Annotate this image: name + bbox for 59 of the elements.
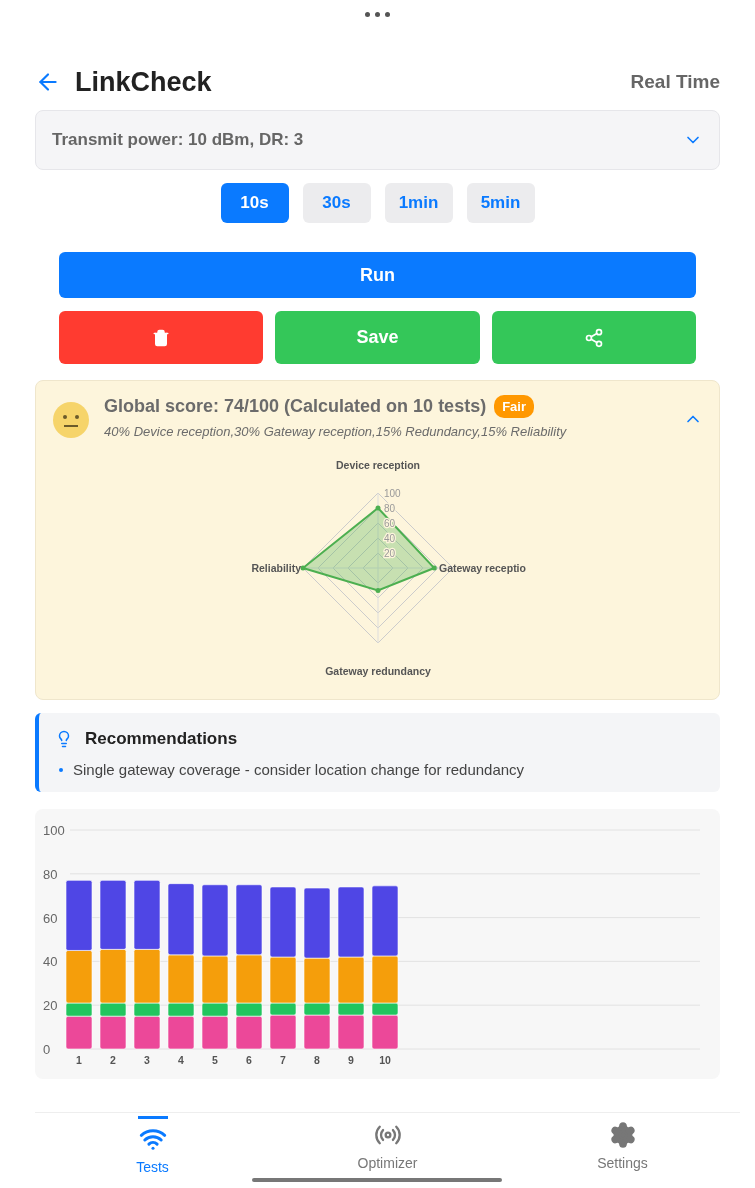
nav-label: Tests [136,1159,169,1175]
axis-tick-label: 6 [246,1054,252,1066]
data-point [375,505,380,511]
axis-tick-label: 2 [110,1054,116,1066]
axis-tick-label: 8 [314,1054,320,1066]
panel-title: Recommendations [85,729,238,749]
active-indicator [137,1116,168,1119]
bar-segment [65,880,93,951]
mode-label: Real Time [630,71,720,93]
axis-tick-label: 5 [212,1054,218,1066]
axis-tick-label: 0 [43,1042,51,1057]
data-point [300,565,305,571]
axis-tick-label: 10 [379,1054,391,1066]
page-title: LinkCheck [75,66,213,98]
recommendation-text: Single gateway coverage - consider location change for redundancy [73,761,525,778]
axis-tick-label: 1 [76,1054,82,1066]
axis-tick-label: 100 [383,488,401,499]
axis-tick-label: 20 [43,998,58,1014]
axis-tick-label: 60 [43,910,58,926]
axis-label: Device reception [335,459,420,471]
axis-tick-label: 40 [43,954,58,970]
nav-label: Optimizer [357,1155,418,1171]
bar-segment [133,880,161,950]
duration-tab[interactable]: 10s [220,183,289,223]
score-title: Global score: 74/100 (Calculated on 10 tests) [104,396,487,417]
data-point [431,565,437,571]
weights-text: 40% Device reception,30% Gateway reception,15% Redundancy,15% Reliability [104,424,568,439]
axis-tick-label: 3 [144,1054,150,1066]
run-button[interactable]: Run [59,252,696,298]
axis-tick-label: 4 [178,1054,184,1066]
axis-tick-label: 100 [43,823,65,838]
delete-button[interactable] [59,311,264,364]
axis-tick-label: 40 [383,533,395,544]
duration-tab[interactable]: 1min [384,183,453,223]
axis-tick-label: 7 [280,1054,286,1066]
axis-tick-label: 80 [383,503,395,514]
config-dropdown[interactable]: Transmit power: 10 dBm, DR: 3 [35,110,720,170]
dropdown-value: Transmit power: 10 dBm, DR: 3 [52,130,304,150]
axis-label: Reliability [250,562,301,574]
nav-tab[interactable]: Settings [505,1113,740,1188]
settings-icon [608,1121,637,1149]
data-point [375,588,380,593]
trash-icon [152,328,171,347]
duration-tab[interactable]: 5min [466,183,535,223]
rating-badge: Fair [494,395,534,418]
bullet-icon [59,767,63,772]
axis-tick-label: 9 [348,1054,354,1066]
share-icon [583,327,604,348]
neutral-face-icon [52,401,90,439]
axis-tick-label: 20 [383,548,395,559]
bar-segment [99,880,127,950]
nav-tab[interactable]: Tests [35,1113,270,1188]
axis-label: Gateway receptio [438,562,526,574]
nav-tab[interactable]: Optimizer [270,1113,505,1188]
nav-label: Settings [597,1155,648,1171]
axis-tick-label: 80 [43,866,58,882]
duration-tab[interactable]: 30s [302,183,371,223]
save-button[interactable]: Save [275,311,480,364]
axis-label: Gateway redundancy [324,665,431,677]
